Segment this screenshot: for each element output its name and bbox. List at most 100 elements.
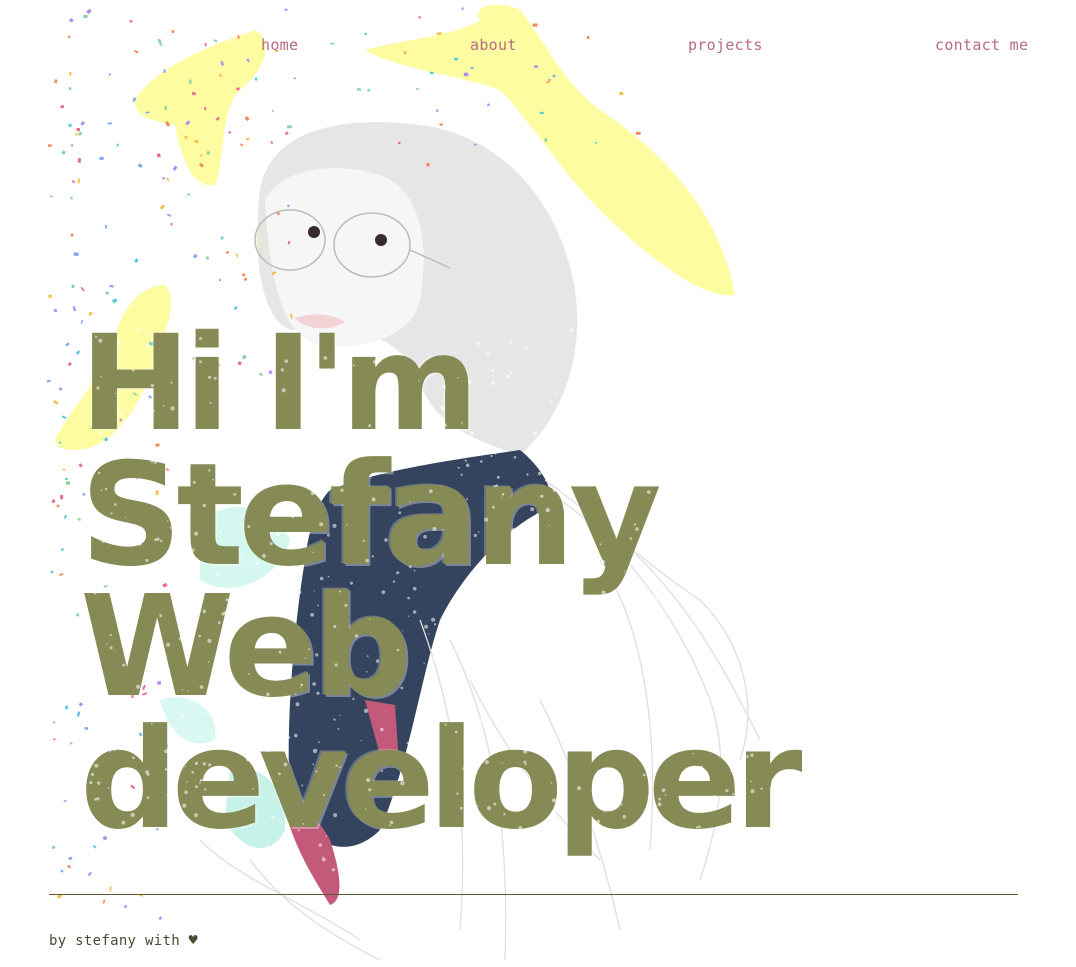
confetti-piece bbox=[47, 144, 52, 147]
confetti-piece bbox=[474, 143, 477, 146]
confetti-piece bbox=[102, 899, 106, 904]
confetti-piece bbox=[156, 153, 161, 158]
confetti-piece bbox=[52, 737, 56, 741]
confetti-piece bbox=[51, 499, 56, 504]
confetti-piece bbox=[87, 871, 93, 877]
confetti-piece bbox=[191, 91, 197, 96]
confetti-piece bbox=[60, 548, 64, 551]
confetti-piece bbox=[487, 103, 490, 106]
confetti-piece bbox=[69, 196, 74, 200]
confetti-piece bbox=[166, 177, 170, 181]
confetti-piece bbox=[107, 122, 112, 125]
nav-contact-link[interactable]: contact me bbox=[935, 36, 1028, 54]
confetti-piece bbox=[62, 468, 66, 471]
confetti-piece bbox=[75, 612, 80, 617]
confetti-piece bbox=[111, 298, 118, 304]
confetti-piece bbox=[206, 150, 211, 156]
confetti-piece bbox=[99, 156, 104, 161]
confetti-piece bbox=[286, 204, 290, 208]
confetti-piece bbox=[58, 573, 64, 577]
confetti-piece bbox=[171, 29, 175, 34]
confetti-piece bbox=[164, 105, 168, 111]
confetti-piece bbox=[75, 132, 79, 136]
confetti-piece bbox=[430, 71, 434, 75]
confetti-piece bbox=[187, 193, 191, 196]
confetti-piece bbox=[244, 116, 250, 122]
confetti-piece bbox=[58, 441, 62, 444]
nav-about-link[interactable]: about bbox=[470, 36, 517, 54]
confetti-piece bbox=[63, 514, 68, 519]
confetti-piece bbox=[225, 250, 230, 254]
confetti-piece bbox=[60, 494, 64, 500]
main-nav: home about projects contact me bbox=[0, 36, 1076, 60]
confetti-piece bbox=[56, 504, 60, 508]
heart-icon: ♥ bbox=[188, 931, 199, 949]
confetti-piece bbox=[276, 211, 281, 216]
confetti-piece bbox=[68, 18, 74, 23]
confetti-piece bbox=[159, 204, 165, 210]
confetti-piece bbox=[77, 178, 81, 184]
confetti-piece bbox=[436, 109, 439, 112]
confetti-piece bbox=[53, 308, 58, 313]
confetti-piece bbox=[68, 856, 73, 860]
confetti-piece bbox=[46, 379, 51, 383]
confetti-piece bbox=[219, 74, 222, 77]
confetti-piece bbox=[218, 278, 222, 282]
confetti-piece bbox=[65, 342, 70, 347]
confetti-piece bbox=[86, 8, 92, 15]
confetti-piece bbox=[164, 121, 171, 127]
confetti-piece bbox=[116, 143, 120, 147]
nav-projects-link[interactable]: projects bbox=[688, 36, 763, 54]
confetti-piece bbox=[60, 105, 65, 109]
confetti-piece bbox=[293, 77, 297, 80]
footer-divider bbox=[49, 894, 1018, 895]
nav-home-link[interactable]: home bbox=[261, 36, 298, 54]
confetti-piece bbox=[145, 111, 150, 114]
confetti-piece bbox=[58, 387, 63, 391]
confetti-piece bbox=[418, 16, 421, 19]
confetti-piece bbox=[68, 87, 72, 91]
confetti-piece bbox=[552, 74, 556, 78]
confetti-piece bbox=[134, 258, 139, 263]
confetti-piece bbox=[199, 154, 203, 157]
confetti-piece bbox=[436, 32, 442, 35]
confetti-piece bbox=[83, 14, 88, 19]
footer-credit: by stefany with bbox=[49, 933, 180, 949]
confetti-piece bbox=[170, 223, 173, 226]
confetti-piece bbox=[220, 236, 224, 240]
confetti-piece bbox=[203, 106, 207, 111]
confetti-piece bbox=[70, 144, 74, 147]
confetti-piece bbox=[71, 284, 75, 289]
footer: by stefany with ♥ bbox=[49, 931, 198, 949]
confetti-piece bbox=[198, 162, 204, 168]
confetti-piece bbox=[69, 741, 73, 745]
confetti-piece bbox=[539, 111, 544, 114]
confetti-piece bbox=[52, 721, 56, 724]
confetti-piece bbox=[52, 399, 59, 405]
confetti-piece bbox=[271, 270, 277, 276]
confetti-piece bbox=[158, 916, 163, 921]
confetti-piece bbox=[548, 79, 551, 81]
confetti-piece bbox=[356, 88, 361, 91]
confetti-piece bbox=[76, 127, 80, 132]
confetti-piece bbox=[77, 158, 81, 163]
confetti-piece bbox=[65, 477, 68, 481]
confetti-piece bbox=[193, 139, 200, 144]
confetti-piece bbox=[287, 125, 292, 129]
confetti-piece bbox=[72, 306, 77, 312]
confetti-piece bbox=[398, 141, 401, 145]
confetti-piece bbox=[532, 23, 538, 27]
confetti-piece bbox=[60, 869, 64, 873]
confetti-piece bbox=[67, 864, 72, 869]
confetti-piece bbox=[367, 89, 371, 92]
confetti-piece bbox=[161, 176, 166, 180]
confetti-piece bbox=[189, 79, 192, 85]
confetti-piece bbox=[235, 86, 241, 91]
confetti-piece bbox=[284, 131, 289, 136]
confetti-piece bbox=[461, 7, 464, 10]
confetti-piece bbox=[254, 77, 258, 81]
confetti-piece bbox=[364, 32, 367, 36]
confetti-piece bbox=[65, 481, 71, 485]
confetti-piece bbox=[50, 570, 54, 574]
confetti-piece bbox=[80, 286, 85, 292]
